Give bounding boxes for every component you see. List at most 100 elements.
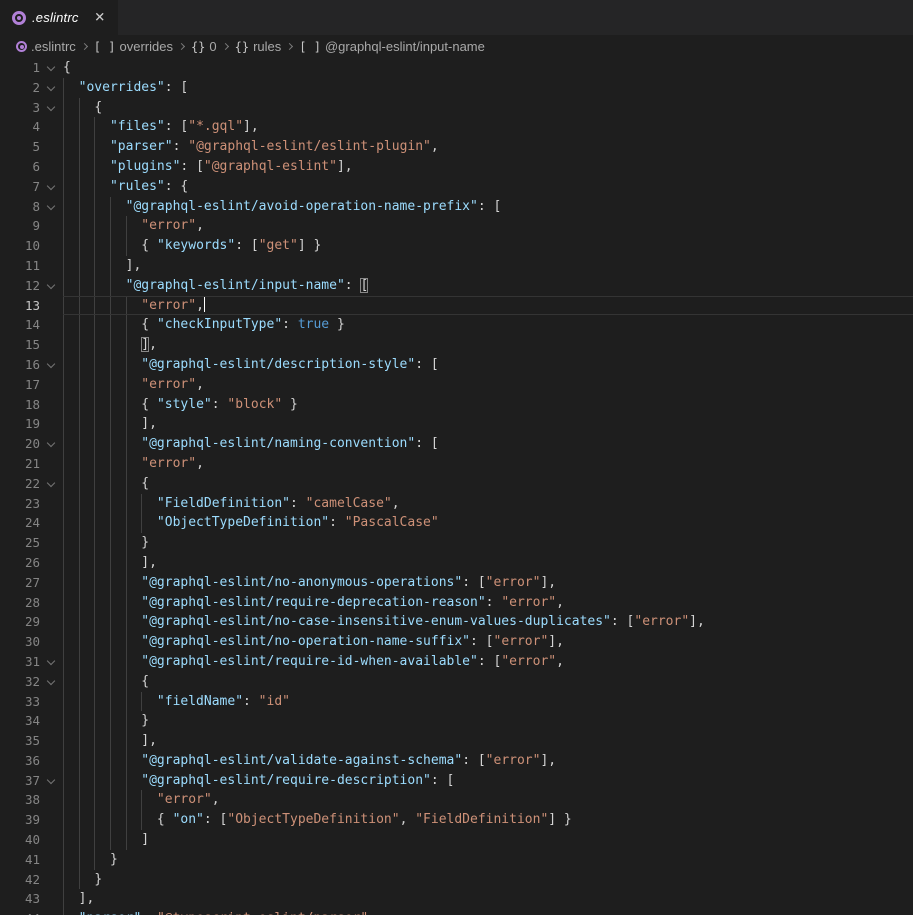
line-number[interactable]: 12: [0, 276, 40, 296]
breadcrumb-item--graphql-eslint-input-name[interactable]: [ ]@graphql-eslint/input-name: [299, 39, 485, 54]
line-number[interactable]: 10: [0, 236, 40, 256]
code-line-41[interactable]: 41 }: [0, 850, 913, 870]
fold-toggle[interactable]: [40, 474, 63, 494]
fold-toggle[interactable]: [40, 58, 63, 78]
fold-toggle[interactable]: [40, 672, 63, 692]
code-line-11[interactable]: 11 ],: [0, 256, 913, 276]
line-number[interactable]: 44: [0, 909, 40, 915]
line-number[interactable]: 43: [0, 889, 40, 909]
code-line-33[interactable]: 33 "fieldName": "id": [0, 692, 913, 712]
code-line-1[interactable]: 1{: [0, 58, 913, 78]
fold-toggle[interactable]: [40, 197, 63, 217]
line-number[interactable]: 33: [0, 692, 40, 712]
line-number[interactable]: 3: [0, 98, 40, 118]
line-number[interactable]: 2: [0, 78, 40, 98]
fold-toggle[interactable]: [40, 98, 63, 118]
code-line-9[interactable]: 9 "error",: [0, 216, 913, 236]
code-line-43[interactable]: 43 ],: [0, 889, 913, 909]
line-number[interactable]: 16: [0, 355, 40, 375]
code-line-7[interactable]: 7 "rules": {: [0, 177, 913, 197]
line-number[interactable]: 36: [0, 751, 40, 771]
code-line-6[interactable]: 6 "plugins": ["@graphql-eslint"],: [0, 157, 913, 177]
code-line-16[interactable]: 16 "@graphql-eslint/description-style": …: [0, 355, 913, 375]
code-line-28[interactable]: 28 "@graphql-eslint/require-deprecation-…: [0, 593, 913, 613]
line-number[interactable]: 22: [0, 474, 40, 494]
line-number[interactable]: 34: [0, 711, 40, 731]
code-line-2[interactable]: 2 "overrides": [: [0, 78, 913, 98]
line-number[interactable]: 26: [0, 553, 40, 573]
line-number[interactable]: 32: [0, 672, 40, 692]
code-line-15[interactable]: 15 ],: [0, 335, 913, 355]
code-line-34[interactable]: 34 }: [0, 711, 913, 731]
line-number[interactable]: 11: [0, 256, 40, 276]
fold-toggle[interactable]: [40, 434, 63, 454]
line-number[interactable]: 25: [0, 533, 40, 553]
line-number[interactable]: 28: [0, 593, 40, 613]
line-number[interactable]: 9: [0, 216, 40, 236]
code-line-30[interactable]: 30 "@graphql-eslint/no-operation-name-su…: [0, 632, 913, 652]
code-line-12[interactable]: 12 "@graphql-eslint/input-name": [: [0, 276, 913, 296]
code-line-5[interactable]: 5 "parser": "@graphql-eslint/eslint-plug…: [0, 137, 913, 157]
code-line-27[interactable]: 27 "@graphql-eslint/no-anonymous-operati…: [0, 573, 913, 593]
line-number[interactable]: 19: [0, 414, 40, 434]
line-number[interactable]: 38: [0, 790, 40, 810]
fold-toggle[interactable]: [40, 355, 63, 375]
code-line-14[interactable]: 14 { "checkInputType": true }: [0, 315, 913, 335]
code-line-44[interactable]: 44 "parser": "@typescript-eslint/parser": [0, 909, 913, 915]
line-number[interactable]: 29: [0, 612, 40, 632]
line-number[interactable]: 8: [0, 197, 40, 217]
breadcrumb-item--eslintrc[interactable]: .eslintrc: [16, 39, 76, 54]
line-number[interactable]: 30: [0, 632, 40, 652]
line-number[interactable]: 40: [0, 830, 40, 850]
breadcrumb-item-rules[interactable]: {}rules: [235, 39, 282, 54]
line-number[interactable]: 21: [0, 454, 40, 474]
code-line-31[interactable]: 31 "@graphql-eslint/require-id-when-avai…: [0, 652, 913, 672]
fold-toggle[interactable]: [40, 78, 63, 98]
fold-toggle[interactable]: [40, 652, 63, 672]
line-number[interactable]: 17: [0, 375, 40, 395]
line-number[interactable]: 6: [0, 157, 40, 177]
fold-toggle[interactable]: [40, 276, 63, 296]
line-number[interactable]: 23: [0, 494, 40, 514]
breadcrumb-item-0[interactable]: {}0: [191, 39, 217, 54]
code-line-42[interactable]: 42 }: [0, 870, 913, 890]
code-line-26[interactable]: 26 ],: [0, 553, 913, 573]
code-line-32[interactable]: 32 {: [0, 672, 913, 692]
code-line-8[interactable]: 8 "@graphql-eslint/avoid-operation-name-…: [0, 197, 913, 217]
code-line-24[interactable]: 24 "ObjectTypeDefinition": "PascalCase": [0, 513, 913, 533]
code-line-40[interactable]: 40 ]: [0, 830, 913, 850]
code-line-20[interactable]: 20 "@graphql-eslint/naming-convention": …: [0, 434, 913, 454]
breadcrumb-item-overrides[interactable]: [ ]overrides: [94, 39, 173, 54]
code-line-4[interactable]: 4 "files": ["*.gql"],: [0, 117, 913, 137]
code-line-39[interactable]: 39 { "on": ["ObjectTypeDefinition", "Fie…: [0, 810, 913, 830]
code-line-3[interactable]: 3 {: [0, 98, 913, 118]
line-number[interactable]: 7: [0, 177, 40, 197]
code-line-18[interactable]: 18 { "style": "block" }: [0, 395, 913, 415]
line-number[interactable]: 4: [0, 117, 40, 137]
line-number[interactable]: 14: [0, 315, 40, 335]
code-line-21[interactable]: 21 "error",: [0, 454, 913, 474]
fold-toggle[interactable]: [40, 177, 63, 197]
code-line-35[interactable]: 35 ],: [0, 731, 913, 751]
code-line-36[interactable]: 36 "@graphql-eslint/validate-against-sch…: [0, 751, 913, 771]
line-number[interactable]: 18: [0, 395, 40, 415]
line-number[interactable]: 42: [0, 870, 40, 890]
line-number[interactable]: 15: [0, 335, 40, 355]
fold-toggle[interactable]: [40, 771, 63, 791]
line-number[interactable]: 39: [0, 810, 40, 830]
line-number[interactable]: 27: [0, 573, 40, 593]
code-line-25[interactable]: 25 }: [0, 533, 913, 553]
code-line-37[interactable]: 37 "@graphql-eslint/require-description"…: [0, 771, 913, 791]
code-line-13[interactable]: 13 "error",: [0, 296, 913, 316]
code-line-22[interactable]: 22 {: [0, 474, 913, 494]
line-number[interactable]: 5: [0, 137, 40, 157]
code-line-17[interactable]: 17 "error",: [0, 375, 913, 395]
code-line-19[interactable]: 19 ],: [0, 414, 913, 434]
code-line-29[interactable]: 29 "@graphql-eslint/no-case-insensitive-…: [0, 612, 913, 632]
code-line-10[interactable]: 10 { "keywords": ["get"] }: [0, 236, 913, 256]
line-number[interactable]: 35: [0, 731, 40, 751]
line-number[interactable]: 13: [0, 296, 40, 316]
line-number[interactable]: 24: [0, 513, 40, 533]
close-icon[interactable]: ×: [95, 9, 105, 26]
line-number[interactable]: 1: [0, 58, 40, 78]
